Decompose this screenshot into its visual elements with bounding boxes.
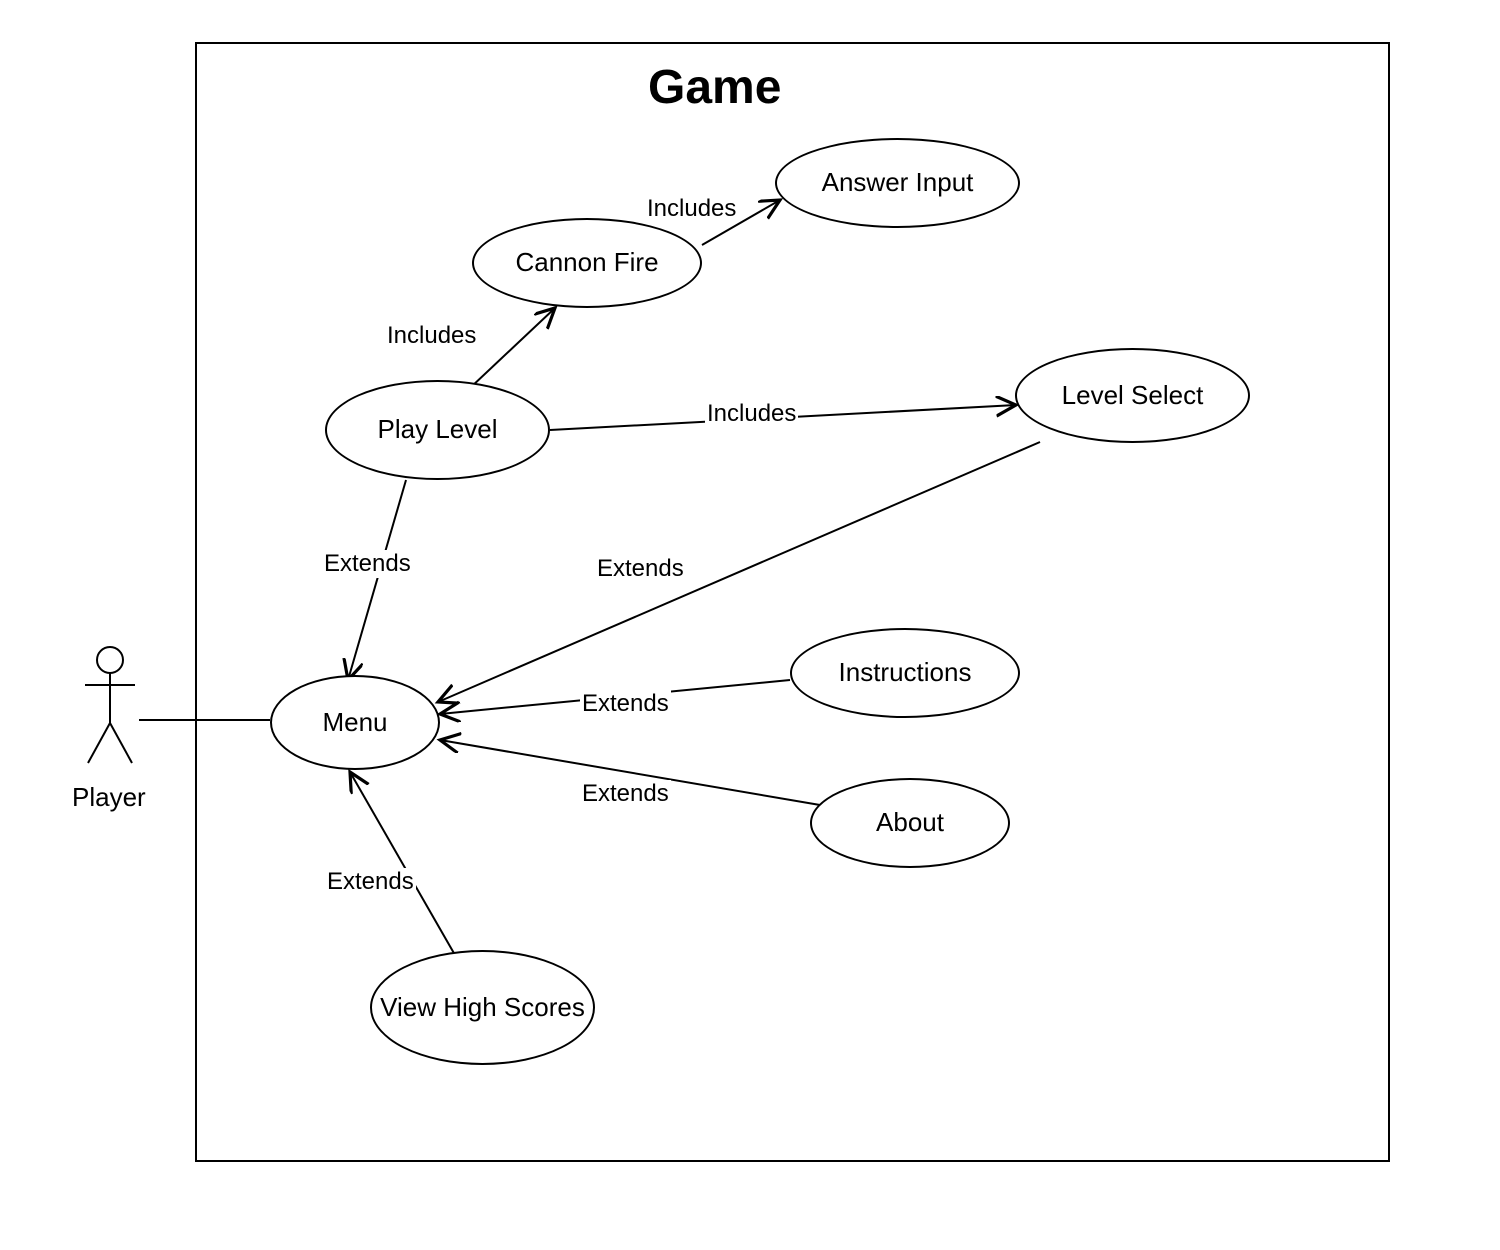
edge-label: Includes <box>645 195 738 223</box>
system-title: Game <box>648 60 781 115</box>
diagram-canvas: Game Player Menu Play Level Cannon Fire … <box>0 0 1500 1250</box>
usecase-play-level: Play Level <box>325 380 550 480</box>
edge-label: Includes <box>385 322 478 350</box>
edge-label: Extends <box>580 690 671 718</box>
usecase-label: Cannon Fire <box>515 247 658 278</box>
usecase-label: View High Scores <box>380 992 585 1023</box>
edge-label: Extends <box>580 780 671 808</box>
usecase-label: Level Select <box>1062 380 1204 411</box>
usecase-label: Play Level <box>378 414 498 445</box>
actor-player <box>80 645 140 765</box>
usecase-view-high-scores: View High Scores <box>370 950 595 1065</box>
usecase-level-select: Level Select <box>1015 348 1250 443</box>
edge-label: Extends <box>595 555 686 583</box>
usecase-instructions: Instructions <box>790 628 1020 718</box>
edge-label: Includes <box>705 400 798 428</box>
usecase-menu: Menu <box>270 675 440 770</box>
actor-player-label: Player <box>72 782 146 813</box>
usecase-about: About <box>810 778 1010 868</box>
usecase-label: About <box>876 807 944 838</box>
edge-label: Extends <box>325 868 416 896</box>
usecase-label: Answer Input <box>822 167 974 198</box>
edge-label: Extends <box>322 550 413 578</box>
usecase-cannon-fire: Cannon Fire <box>472 218 702 308</box>
person-icon <box>80 645 140 765</box>
usecase-label: Instructions <box>839 657 972 688</box>
usecase-answer-input: Answer Input <box>775 138 1020 228</box>
usecase-label: Menu <box>322 707 387 738</box>
